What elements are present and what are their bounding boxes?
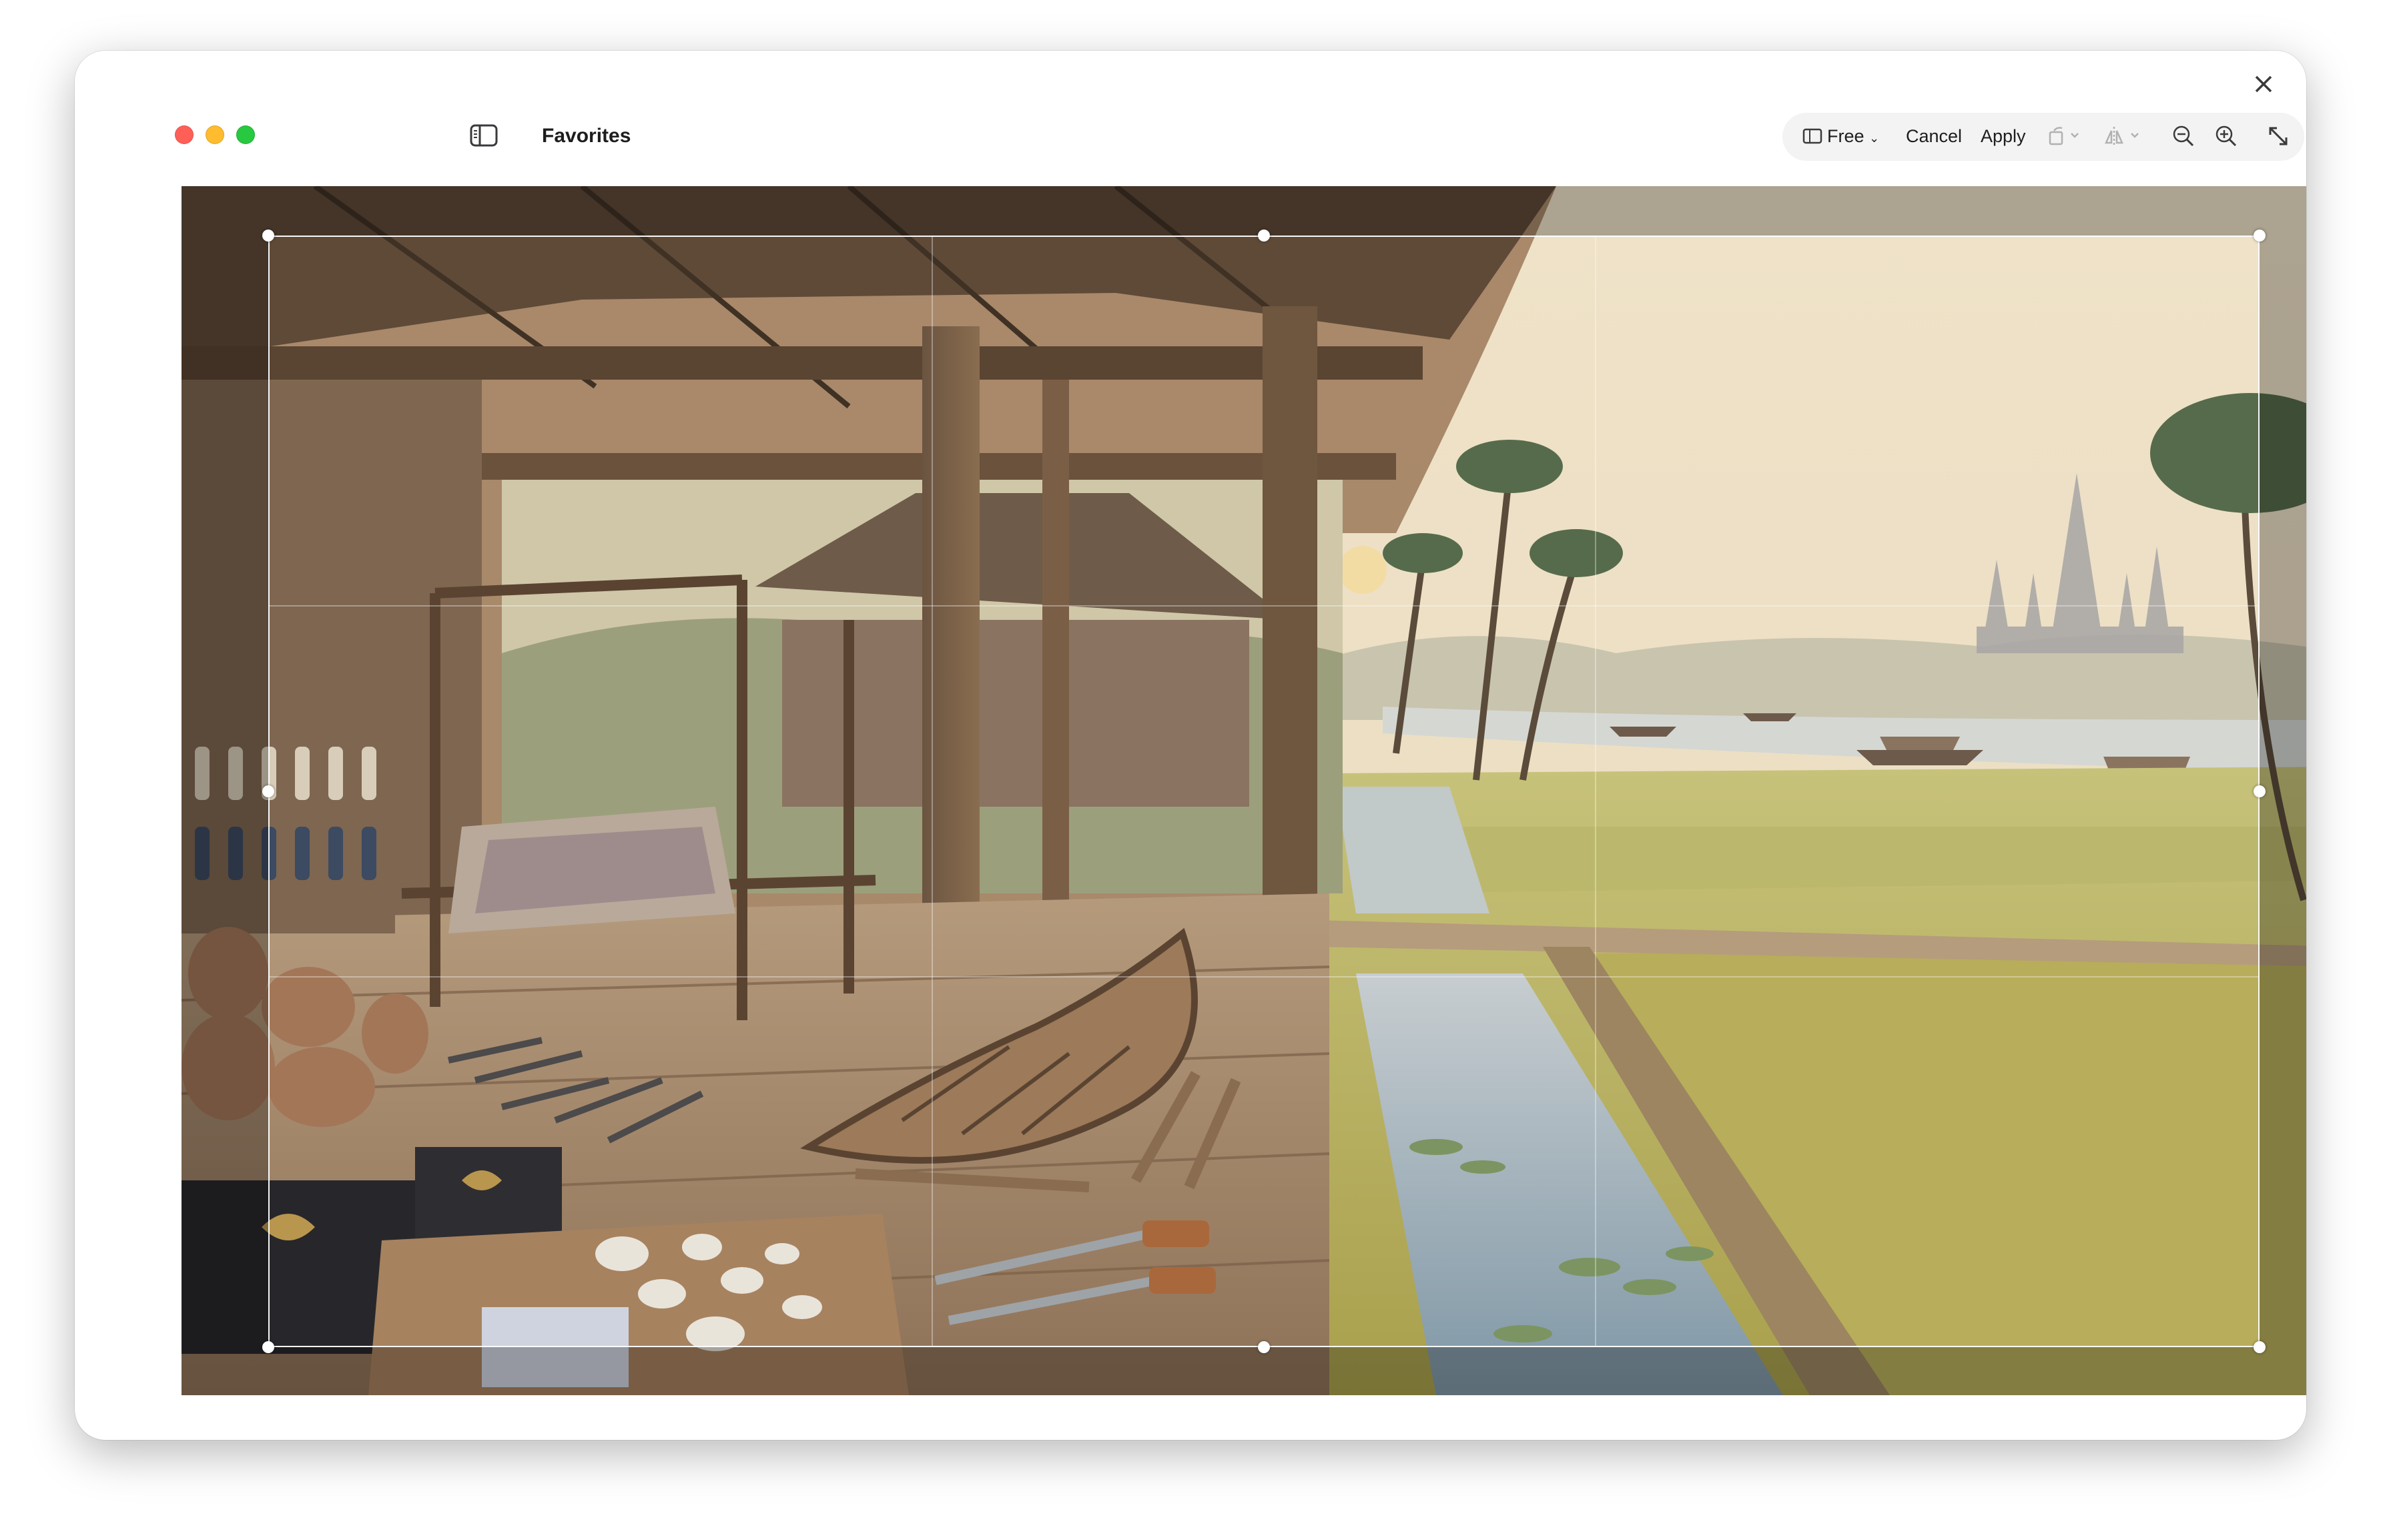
rotate-icon[interactable] [2047, 124, 2083, 151]
window-title: Favorites [542, 125, 631, 147]
window-close-button[interactable] [175, 125, 194, 144]
crop-handle-top-left[interactable] [262, 230, 274, 242]
fit-to-window-icon[interactable] [2266, 124, 2290, 151]
crop-shade-left [182, 236, 268, 1347]
crop-handle-right[interactable] [2254, 785, 2266, 797]
window-zoom-button[interactable] [236, 125, 255, 144]
crop-handle-bottom-left[interactable] [262, 1341, 274, 1353]
zoom-out-icon[interactable] [2171, 124, 2195, 151]
crop-handle-bottom-right[interactable] [2254, 1341, 2266, 1353]
crop-shade-bottom [182, 1347, 2306, 1395]
window-minimize-button[interactable] [206, 125, 224, 144]
crop-grid-line [268, 605, 2260, 607]
cancel-button[interactable]: Cancel [1906, 121, 1962, 151]
crop-shade-right [2260, 236, 2306, 1347]
close-icon[interactable] [2252, 72, 2276, 99]
photo-canvas[interactable] [182, 186, 2306, 1395]
crop-handle-top-right[interactable] [2254, 230, 2266, 242]
crop-grid-line [1595, 236, 1596, 1347]
chevron-down-icon: ⌄ [1869, 131, 1880, 145]
aspect-ratio-label: Free [1827, 126, 1864, 146]
crop-shade-top [182, 186, 2306, 236]
crop-grid-line [932, 236, 933, 1347]
crop-handle-top[interactable] [1258, 230, 1270, 242]
crop-handle-left[interactable] [262, 785, 274, 797]
crop-aspect-icon[interactable] [1802, 124, 1823, 151]
zoom-in-icon[interactable] [2214, 124, 2238, 151]
flip-icon[interactable] [2103, 124, 2145, 151]
photo-editor-window: Favorites Free ⌄ Cancel Apply [75, 51, 2306, 1440]
sidebar-toggle-icon[interactable] [470, 124, 498, 147]
crop-grid-line [268, 976, 2260, 978]
aspect-ratio-dropdown[interactable]: Free ⌄ [1827, 121, 1879, 151]
crop-handle-bottom[interactable] [1258, 1341, 1270, 1353]
crop-rectangle[interactable] [268, 236, 2260, 1347]
apply-button[interactable]: Apply [1981, 121, 2026, 151]
